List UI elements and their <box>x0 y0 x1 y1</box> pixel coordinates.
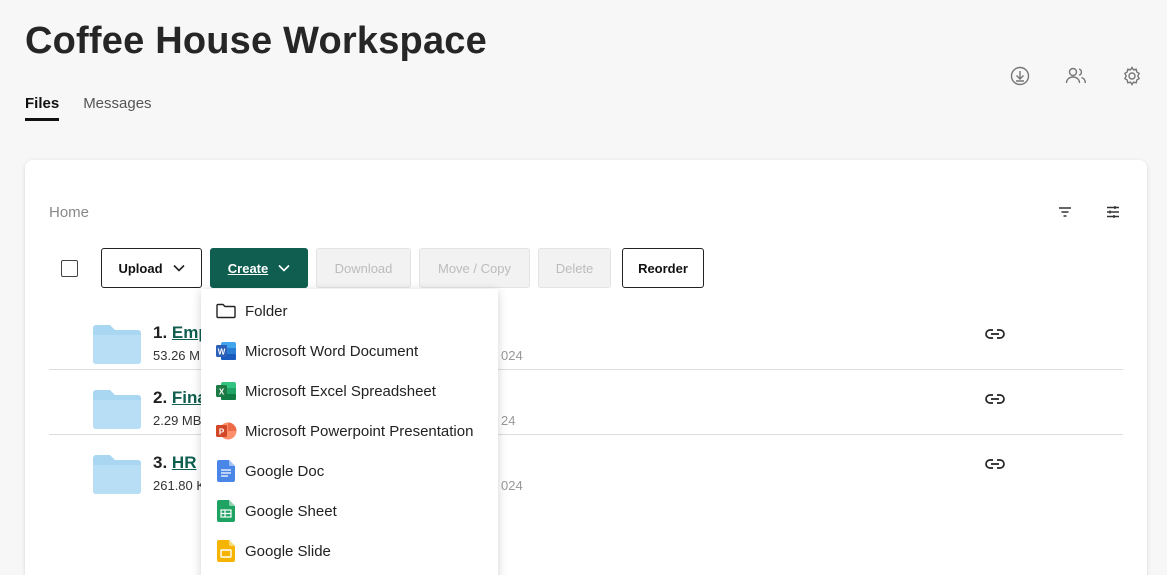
menu-item-excel[interactable]: X Microsoft Excel Spreadsheet <box>201 371 498 411</box>
svg-text:W: W <box>218 348 226 357</box>
folder-icon <box>93 324 141 369</box>
folder-outline-icon <box>215 300 237 322</box>
create-label: Create <box>227 260 269 276</box>
menu-item-google-doc[interactable]: Google Doc <box>201 451 498 491</box>
menu-item-label: Google Slide <box>245 542 331 560</box>
files-panel: Home Upload Create Download Move / Copy … <box>25 160 1147 575</box>
menu-item-label: Folder <box>245 302 288 320</box>
folder-icon <box>93 454 141 499</box>
powerpoint-icon: P <box>215 420 237 442</box>
svg-text:P: P <box>219 428 225 437</box>
tab-messages[interactable]: Messages <box>83 95 151 121</box>
upload-label: Upload <box>118 260 163 276</box>
row-number: 3. <box>153 453 168 472</box>
google-doc-icon <box>215 460 237 482</box>
row-size: 261.80 K <box>153 478 206 493</box>
link-icon[interactable] <box>985 457 1005 475</box>
excel-icon: X <box>215 380 237 402</box>
file-toolbar: Upload Create Download Move / Copy Delet… <box>61 248 712 288</box>
google-slide-icon <box>215 540 237 562</box>
download-button[interactable]: Download <box>316 248 411 288</box>
folder-icon <box>93 389 141 434</box>
create-dropdown-menu: Folder W Microsoft Word Document X Micro… <box>201 289 498 575</box>
chevron-down-icon <box>172 264 185 272</box>
menu-item-powerpoint[interactable]: P Microsoft Powerpoint Presentation <box>201 411 498 451</box>
row-number: 2. <box>153 388 168 407</box>
menu-item-google-slide[interactable]: Google Slide <box>201 531 498 571</box>
menu-item-label: Google Doc <box>245 462 325 480</box>
menu-item-google-sheet[interactable]: Google Sheet <box>201 491 498 531</box>
members-icon[interactable] <box>1063 63 1089 89</box>
row-size: 53.26 M <box>153 348 200 363</box>
workspace-header: Coffee House Workspace Files Messages <box>0 0 1167 150</box>
chevron-down-icon <box>278 264 290 272</box>
row-number: 1. <box>153 323 168 342</box>
google-sheet-icon <box>215 500 237 522</box>
reorder-button[interactable]: Reorder <box>622 248 704 288</box>
menu-item-word[interactable]: W Microsoft Word Document <box>201 331 498 371</box>
select-all-checkbox[interactable] <box>61 259 78 277</box>
row-date: 24 <box>501 413 516 428</box>
delete-button[interactable]: Delete <box>538 248 611 288</box>
sliders-icon[interactable] <box>1103 202 1123 222</box>
folder-link[interactable]: HR <box>172 453 197 472</box>
upload-button[interactable]: Upload <box>101 248 202 288</box>
menu-item-folder[interactable]: Folder <box>201 291 498 331</box>
tab-bar: Files Messages <box>25 95 152 121</box>
list-tools <box>1055 202 1123 222</box>
menu-item-label: Microsoft Powerpoint Presentation <box>245 422 474 440</box>
breadcrumb[interactable]: Home <box>49 204 89 221</box>
tab-files[interactable]: Files <box>25 95 60 121</box>
filter-icon[interactable] <box>1055 202 1075 222</box>
move-copy-button[interactable]: Move / Copy <box>419 248 530 288</box>
link-icon[interactable] <box>985 327 1005 345</box>
word-icon: W <box>215 340 237 362</box>
row-date: 024 <box>501 478 523 493</box>
row-title: 3. HR <box>153 453 196 473</box>
download-icon[interactable] <box>1007 63 1033 89</box>
row-size: 2.29 MB <box>153 413 202 428</box>
page-title: Coffee House Workspace <box>25 20 487 62</box>
menu-item-label: Microsoft Word Document <box>245 342 419 360</box>
svg-text:X: X <box>219 388 225 397</box>
header-actions <box>1007 63 1145 89</box>
menu-item-label: Microsoft Excel Spreadsheet <box>245 382 436 400</box>
menu-item-label: Google Sheet <box>245 502 337 520</box>
row-title: 2. Fina <box>153 388 207 408</box>
settings-icon[interactable] <box>1119 63 1145 89</box>
row-date: 024 <box>501 348 523 363</box>
create-button[interactable]: Create <box>210 248 308 288</box>
link-icon[interactable] <box>985 392 1005 410</box>
